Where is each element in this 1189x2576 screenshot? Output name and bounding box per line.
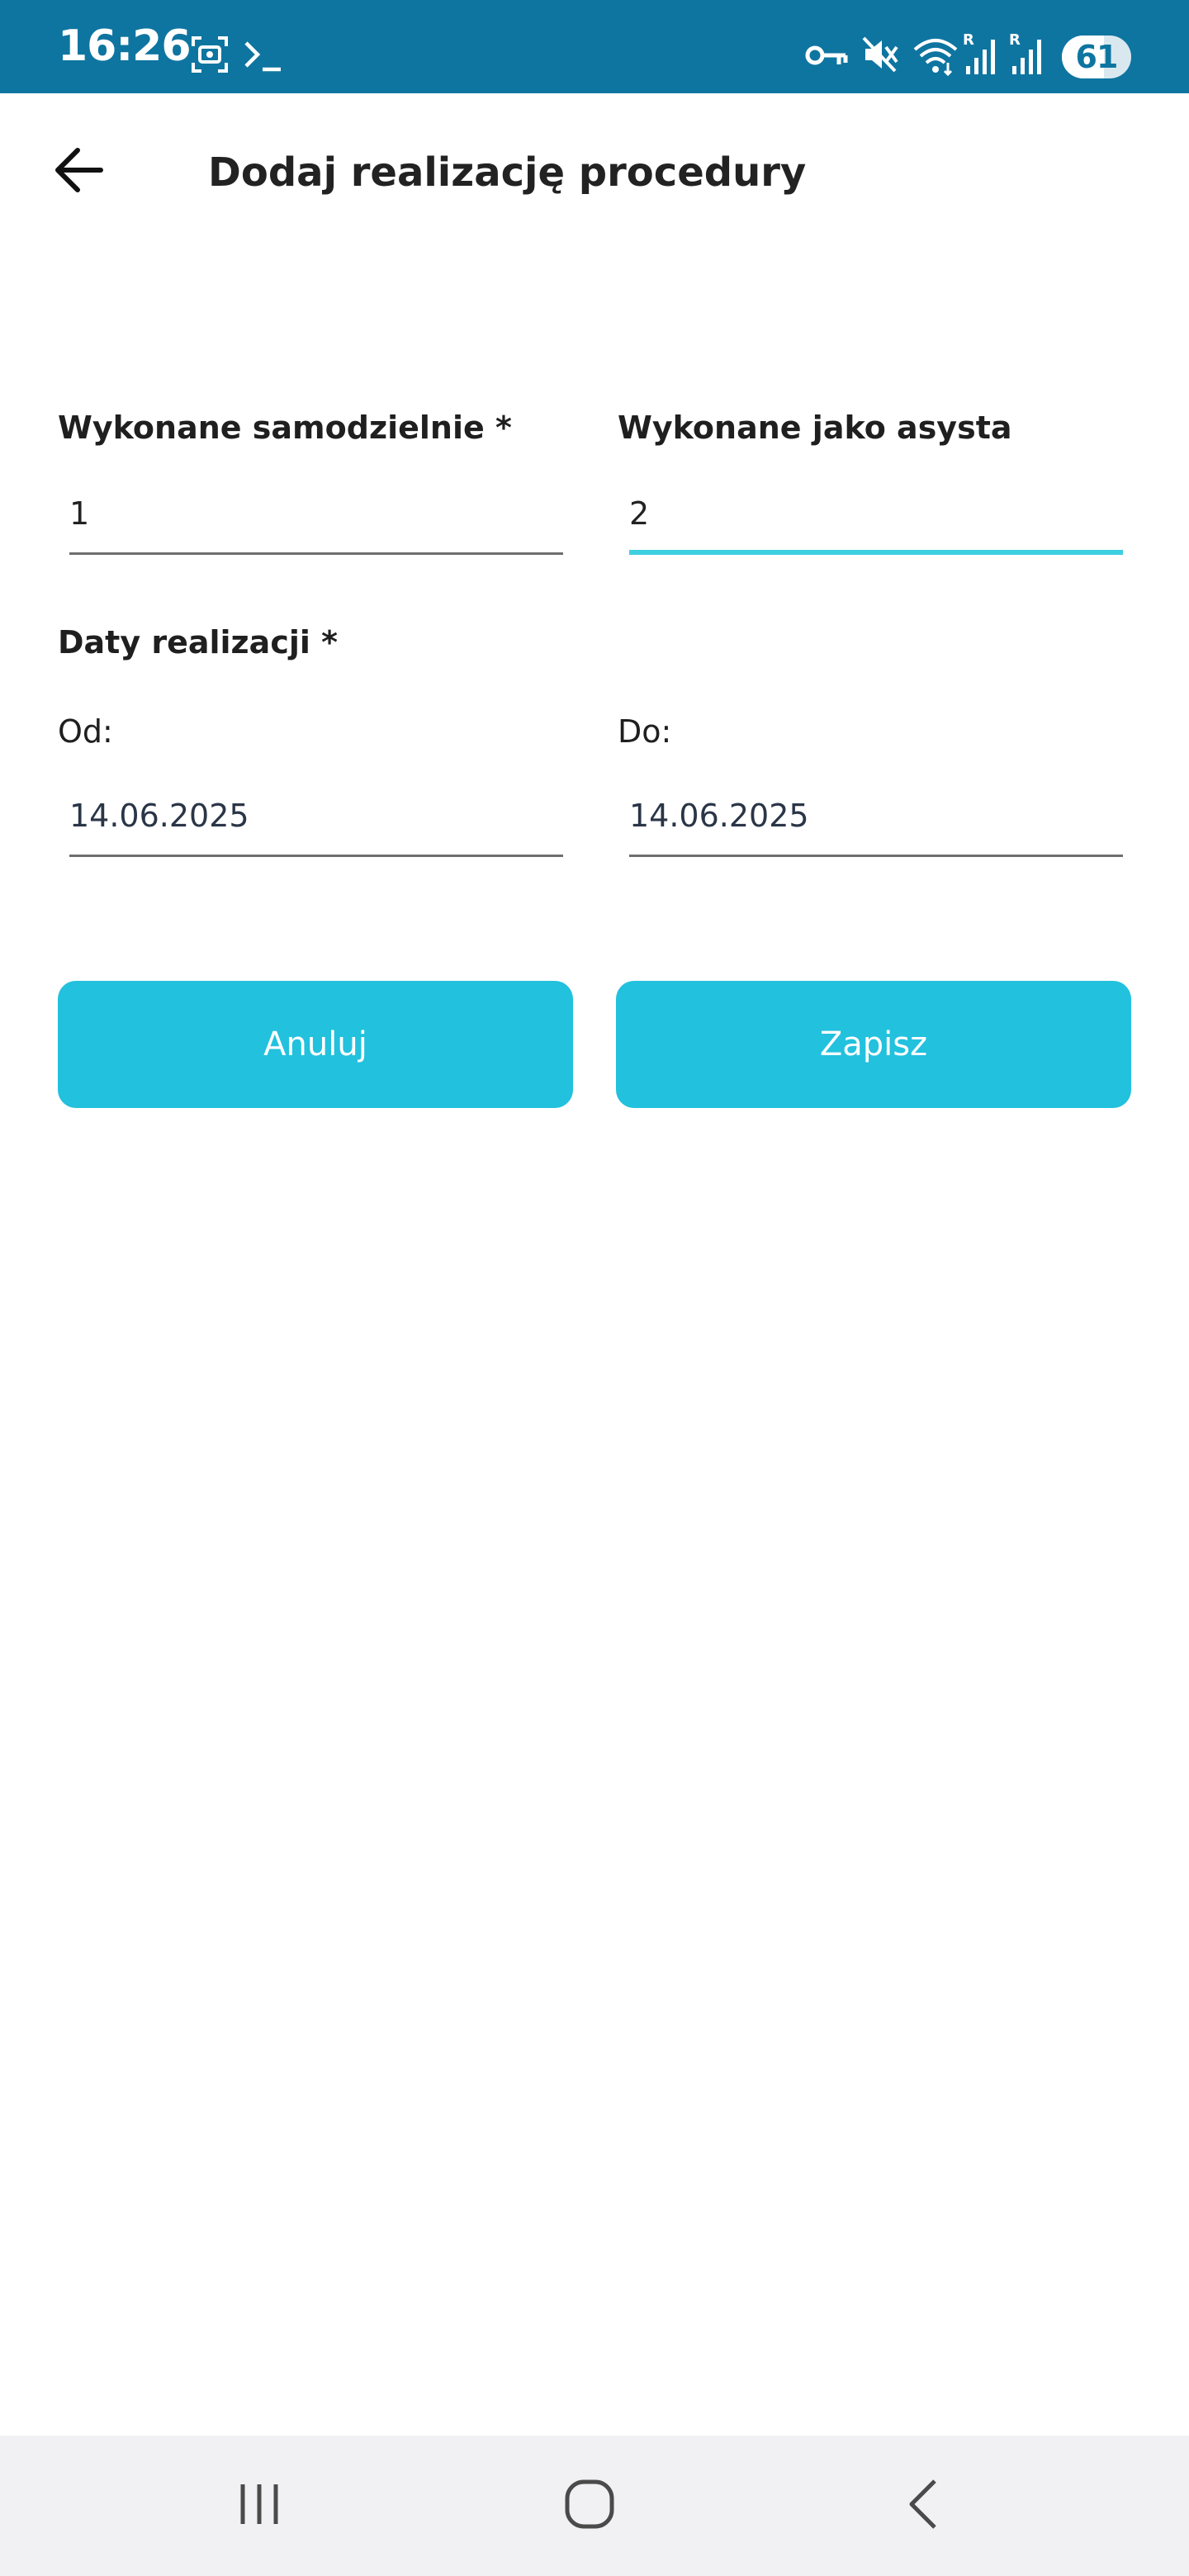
arrow-left-icon xyxy=(53,147,104,197)
cancel-button[interactable]: Anuluj xyxy=(58,981,573,1108)
dates-section-label: Daty realizacji * xyxy=(58,624,338,661)
signal-icon: R xyxy=(1009,31,1047,78)
screenshot-icon xyxy=(188,33,231,76)
battery-icon: 61 xyxy=(1062,36,1131,78)
terminal-icon xyxy=(243,36,284,74)
back-icon xyxy=(905,2478,941,2535)
self-performed-label: Wykonane samodzielnie * xyxy=(58,410,512,446)
status-time: 16:26 xyxy=(58,21,192,71)
roaming-label: R xyxy=(1009,31,1021,49)
self-performed-input[interactable]: 1 xyxy=(69,484,563,555)
app-header: Dodaj realizację procedury xyxy=(0,93,1189,258)
status-bar: 16:26 R R 61 xyxy=(0,0,1189,93)
signal-icon: R xyxy=(963,31,1001,78)
self-performed-value: 1 xyxy=(69,495,90,532)
assisted-input[interactable]: 2 xyxy=(629,484,1123,555)
date-to-label: Do: xyxy=(618,713,672,750)
date-from-field[interactable]: 14.06.2025 xyxy=(69,786,563,857)
wifi-icon xyxy=(912,33,959,78)
mute-icon xyxy=(860,35,900,74)
home-button[interactable] xyxy=(540,2460,639,2551)
system-back-button[interactable] xyxy=(874,2460,973,2551)
vpn-key-icon xyxy=(804,40,849,71)
page-title: Dodaj realizację procedury xyxy=(208,149,807,196)
date-from-label: Od: xyxy=(58,713,113,750)
recent-apps-icon xyxy=(234,2481,284,2531)
date-to-field[interactable]: 14.06.2025 xyxy=(629,786,1123,857)
save-button[interactable]: Zapisz xyxy=(616,981,1131,1108)
back-button[interactable] xyxy=(41,135,116,209)
date-to-value: 14.06.2025 xyxy=(629,798,809,834)
date-from-value: 14.06.2025 xyxy=(69,798,249,834)
assisted-label: Wykonane jako asysta xyxy=(618,410,1012,446)
battery-level: 61 xyxy=(1075,39,1119,75)
navigation-bar xyxy=(0,2436,1189,2576)
assisted-value: 2 xyxy=(629,495,650,532)
screen: 16:26 R R 61 Dodaj realizację procedury … xyxy=(0,0,1189,2576)
home-icon xyxy=(563,2478,616,2535)
roaming-label: R xyxy=(963,31,974,49)
recent-apps-button[interactable] xyxy=(210,2460,309,2551)
